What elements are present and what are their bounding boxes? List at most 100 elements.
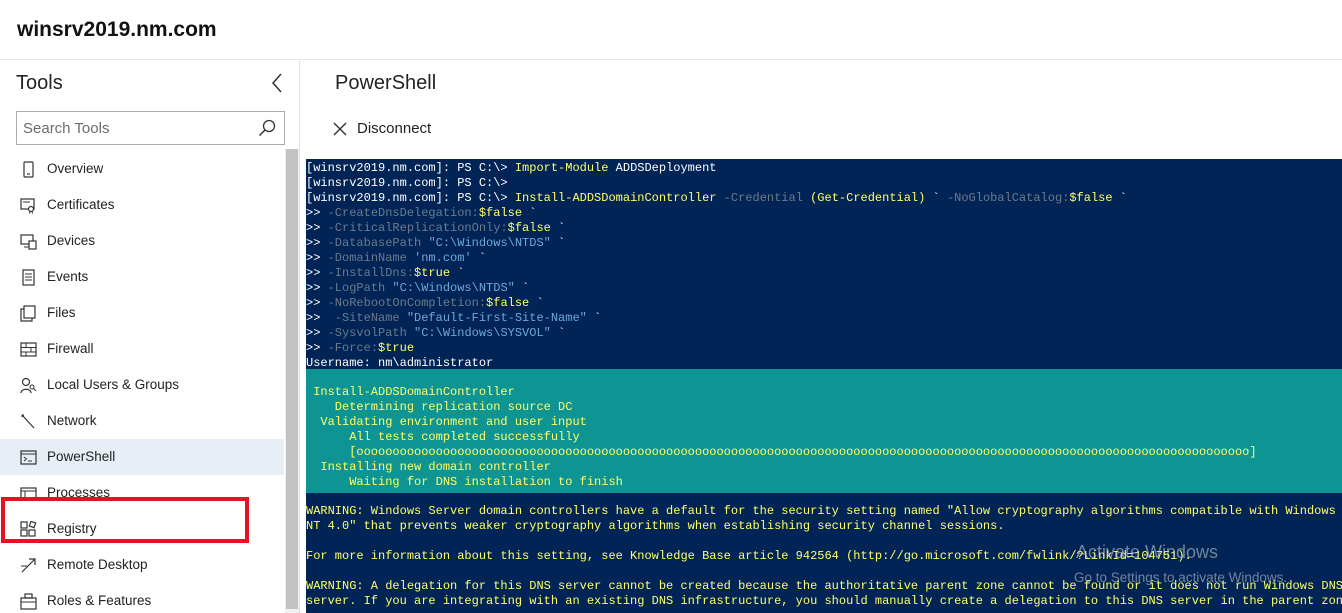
collapse-sidebar-button[interactable] [268, 71, 288, 95]
console-param-line: >> -NoRebootOnCompletion:$false ` [306, 296, 544, 311]
param-name: -CriticalReplicationOnly: [327, 221, 508, 235]
param-value: $false [1069, 191, 1113, 205]
server-name: winsrv2019.nm.com [17, 18, 217, 41]
continuation-prompt: >> [306, 341, 328, 355]
param-name: -LogPath [327, 281, 393, 295]
continuation: ` [550, 221, 566, 235]
param-name: -InstallDns: [327, 266, 415, 280]
page-title: PowerShell [335, 72, 437, 94]
devices-icon [20, 234, 37, 250]
param-value: $true [414, 266, 451, 280]
chevron-left-icon [271, 73, 282, 93]
param-value: "C:\Windows\NTDS" [392, 281, 515, 295]
param-value: "Default-First-Site-Name" [406, 311, 587, 325]
nav-item-label: Overview [47, 161, 104, 176]
cmdlet: Install-ADDSDomainController [514, 191, 717, 205]
nav-item-label: Roles & Features [47, 593, 152, 608]
argument: ADDSDeployment [608, 161, 717, 175]
activation-watermark-subtitle: Go to Settings to activate Windows. [1074, 570, 1288, 585]
prompt: [winsrv2019.nm.com]: PS C:\> [306, 161, 515, 175]
continuation-prompt: >> [306, 206, 328, 220]
console-line: [winsrv2019.nm.com]: PS C:\> [306, 176, 508, 191]
continuation: ` [471, 251, 487, 265]
nav-item-label: Firewall [47, 341, 94, 356]
param-name: -Force: [327, 341, 379, 355]
continuation: ` [1112, 191, 1127, 205]
param-value: (Get-Credential) [810, 191, 926, 205]
param-name: -DatabasePath [327, 236, 429, 250]
param-value: "C:\Windows\NTDS" [428, 236, 551, 250]
nav-item-label: Local Users & Groups [47, 377, 180, 392]
param-value: $false [478, 206, 523, 220]
progress-bar-line: [ooooooooooooooooooooooooooooooooooooooo… [306, 445, 1257, 459]
tools-sidebar: Tools Overview Certificates Devices Even… [0, 61, 300, 613]
events-icon [22, 269, 35, 286]
search-input[interactable] [23, 117, 253, 139]
powershell-console[interactable]: [winsrv2019.nm.com]: PS C:\> Import-Modu… [306, 159, 1342, 613]
param-name: -DomainName [327, 251, 415, 265]
progress-line: Install-ADDSDomainController [306, 385, 515, 399]
search-icon[interactable] [258, 119, 276, 137]
certificate-icon [20, 198, 35, 214]
continuation-prompt: >> [306, 221, 328, 235]
param-name: -NoGlobalCatalog: [946, 191, 1070, 205]
param-value: $true [378, 341, 415, 355]
selection-highlight [1, 497, 249, 543]
progress-line: Waiting for DNS installation to finish [306, 475, 623, 489]
param-name: -NoRebootOnCompletion: [327, 296, 487, 310]
nav-item-label: PowerShell [47, 449, 116, 464]
nav-item-certificates[interactable]: Certificates [0, 187, 284, 223]
powershell-panel: PowerShell Disconnect [winsrv2019.nm.com… [301, 61, 1342, 613]
continuation-prompt: >> [306, 236, 328, 250]
tools-title: Tools [16, 72, 63, 94]
activation-watermark-title: Activate Windows [1076, 542, 1219, 562]
nav-item-firewall[interactable]: Firewall [0, 331, 284, 367]
nav-item-label: Files [47, 305, 76, 320]
powershell-icon [20, 450, 37, 465]
progress-line: Determining replication source DC [306, 400, 573, 414]
nav-item-powershell[interactable]: PowerShell [0, 439, 284, 475]
nav-item-roles-features[interactable]: Roles & Features [0, 583, 284, 613]
firewall-icon [20, 342, 37, 357]
param-value: "C:\Windows\SYSVOL" [414, 326, 551, 340]
console-param-line: >> -CriticalReplicationOnly:$false ` [306, 221, 565, 236]
warning-line: NT 4.0" that prevents weaker cryptograph… [306, 519, 1005, 533]
nav-item-overview[interactable]: Overview [0, 151, 284, 187]
files-icon [20, 305, 36, 322]
nav-item-network[interactable]: Network [0, 403, 284, 439]
nav-item-local-users-groups[interactable]: Local Users & Groups [0, 367, 284, 403]
tools-list: Overview Certificates Devices Events Fil… [0, 151, 284, 613]
continuation: ` [550, 326, 566, 340]
nav-item-label: Certificates [47, 197, 115, 212]
param-name: -SiteName [334, 311, 407, 325]
param-name: -CreateDnsDelegation: [327, 206, 479, 220]
nav-item-label: Events [47, 269, 89, 284]
scrollbar-thumb[interactable] [286, 149, 298, 609]
nav-item-remote-desktop[interactable]: Remote Desktop [0, 547, 284, 583]
nav-item-events[interactable]: Events [0, 259, 284, 295]
prompt: [winsrv2019.nm.com]: PS C:\> [306, 191, 515, 205]
disconnect-label: Disconnect [357, 120, 432, 137]
console-param-line: >> -InstallDns:$true ` [306, 266, 464, 281]
nav-item-devices[interactable]: Devices [0, 223, 284, 259]
search-tools[interactable] [16, 111, 285, 145]
param-value: $false [486, 296, 530, 310]
param-value: $false [507, 221, 551, 235]
progress-block: Install-ADDSDomainController Determining… [306, 369, 1342, 493]
progress-line: Validating environment and user input [306, 415, 587, 429]
device-icon [23, 161, 34, 178]
continuation: ` [514, 281, 530, 295]
console-param-line: >> -CreateDnsDelegation:$false ` [306, 206, 536, 221]
nav-item-files[interactable]: Files [0, 295, 284, 331]
console-param-line: >> -Force:$true [306, 341, 414, 356]
console-param-line: >> -DatabasePath "C:\Windows\NTDS" ` [306, 236, 565, 251]
param-name: -SysvolPath [327, 326, 415, 340]
prompt: [winsrv2019.nm.com]: PS C:\> [306, 176, 508, 190]
continuation: ` [450, 266, 465, 280]
param-value: 'nm.com' [414, 251, 472, 265]
continuation-prompt: >> [306, 281, 328, 295]
sidebar-scrollbar[interactable] [285, 149, 299, 613]
continuation-prompt: >> [306, 251, 328, 265]
nav-item-label: Network [47, 413, 97, 428]
continuation: ` [586, 311, 602, 325]
